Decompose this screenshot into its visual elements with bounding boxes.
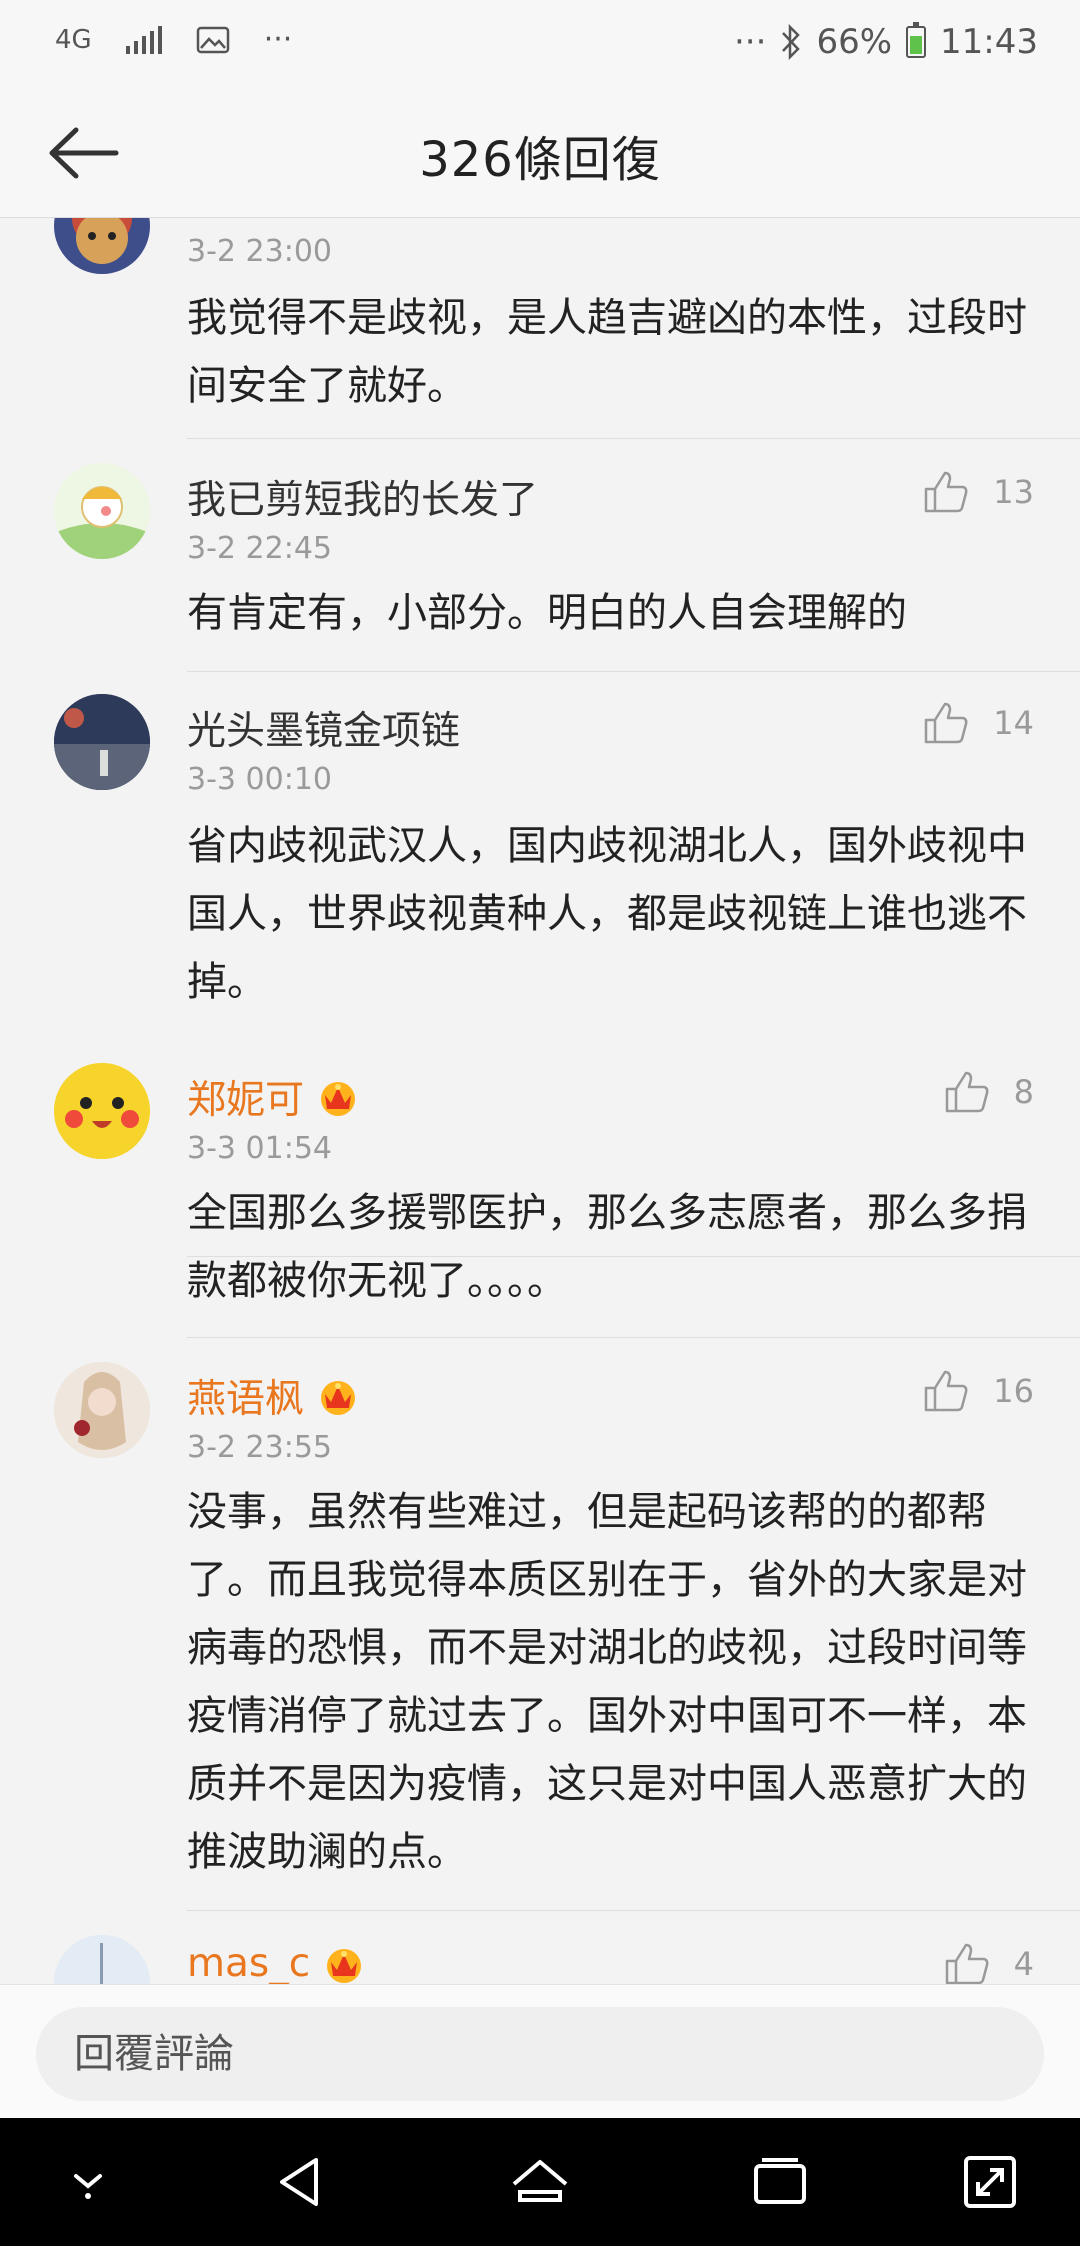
like-button[interactable]: 4 — [944, 1941, 1034, 1984]
recents-nav-icon[interactable] — [750, 2152, 810, 2212]
author-name: 我已剪短我的长发了 — [187, 478, 539, 523]
vip-crown-icon — [321, 1381, 356, 1415]
divider — [187, 1337, 1080, 1338]
avatar[interactable] — [54, 1063, 150, 1159]
reply-bar: 回覆評論 — [0, 1984, 1080, 2118]
comment-author[interactable]: 我已剪短我的长发了 — [187, 469, 538, 525]
comment-author[interactable]: 燕语枫 — [187, 1368, 360, 1424]
avatar[interactable] — [54, 694, 150, 790]
header: 326條回復 — [0, 92, 1080, 218]
author-name: 光头墨镜金项链 — [187, 709, 461, 754]
more-notifications-icon: ··· — [263, 22, 293, 57]
like-button[interactable]: 16 — [923, 1368, 1034, 1414]
home-nav-icon[interactable] — [510, 2152, 570, 2212]
expand-screen-icon[interactable] — [960, 2152, 1020, 2212]
author-name: 燕语枫 — [187, 1377, 305, 1422]
thumbs-up-icon — [925, 1370, 968, 1412]
avatar[interactable] — [54, 463, 150, 559]
like-count: 14 — [993, 704, 1034, 742]
like-count: 4 — [1013, 1945, 1034, 1983]
page-title: 326條回復 — [419, 132, 661, 188]
comment-author[interactable]: mas_c — [187, 1941, 366, 1984]
vip-crown-icon — [321, 1082, 356, 1116]
comment-time: 3-3 00:10 — [187, 762, 332, 797]
divider — [187, 1910, 1080, 1911]
like-count: 16 — [993, 1372, 1034, 1410]
comment-text: 我觉得不是歧视，是人趋吉避凶的本性，过段时间安全了就好。 — [187, 295, 1027, 409]
comment-time: 3-2 23:00 — [187, 234, 332, 269]
avatar[interactable] — [54, 1935, 150, 1984]
vip-crown-icon — [327, 1948, 362, 1983]
like-button[interactable]: 14 — [923, 700, 1034, 746]
divider — [187, 671, 1080, 672]
like-count: 8 — [1013, 1073, 1034, 1111]
comment-author[interactable]: 光头墨镜金项链 — [187, 700, 460, 756]
system-nav-bar — [0, 2118, 1080, 2246]
battery-icon — [906, 22, 927, 58]
divider — [187, 438, 1080, 439]
comment-author[interactable]: 郑妮可 — [187, 1069, 360, 1125]
status-bar: 4G ··· ··· 66% 11:43 — [0, 0, 1080, 92]
signal-icon — [125, 25, 162, 54]
comment-text: 全国那么多援鄂医护，那么多志愿者，那么多捐款都被你无视了。。。。 — [187, 1190, 1027, 1304]
back-nav-icon[interactable] — [270, 2152, 330, 2212]
avatar[interactable] — [54, 218, 150, 274]
avatar[interactable] — [54, 1362, 150, 1458]
comment-time: 3-3 01:54 — [187, 1131, 332, 1166]
like-button[interactable]: 13 — [923, 469, 1034, 515]
more-status-icon: ··· — [734, 22, 767, 62]
like-button[interactable]: 8 — [944, 1069, 1034, 1115]
comment-text: 有肯定有，小部分。明白的人自会理解的 — [187, 590, 907, 636]
comment-list[interactable]: 3-2 23:00 我觉得不是歧视，是人趋吉避凶的本性，过段时间安全了就好。 我… — [0, 218, 1080, 1984]
bluetooth-icon — [782, 24, 801, 60]
image-notification-icon — [196, 26, 229, 53]
comment-text: 省内歧视武汉人，国内歧视湖北人，国外歧视中国人，世界歧视黄种人，都是歧视链上谁也… — [187, 823, 1027, 1005]
like-count: 13 — [993, 473, 1034, 511]
network-type-indicator: 4G — [55, 24, 92, 55]
clock: 11:43 — [940, 22, 1038, 62]
author-name: mas_c — [187, 1941, 311, 1984]
thumbs-up-icon — [945, 1071, 989, 1113]
thumbs-up-icon — [925, 471, 968, 513]
thumbs-up-icon — [945, 1943, 989, 1984]
comment-text: 没事，虽然有些难过，但是起码该帮的的都帮了。而且我觉得本质区别在于，省外的大家是… — [187, 1489, 1027, 1875]
battery-percent: 66% — [816, 22, 893, 62]
author-name: 郑妮可 — [187, 1078, 305, 1123]
comment-time: 3-2 23:55 — [187, 1430, 332, 1465]
hide-keyboard-icon[interactable] — [58, 2152, 118, 2212]
reply-input[interactable]: 回覆評論 — [36, 2007, 1044, 2101]
thumbs-up-icon — [925, 702, 968, 744]
comment-time: 3-2 22:45 — [187, 531, 332, 566]
